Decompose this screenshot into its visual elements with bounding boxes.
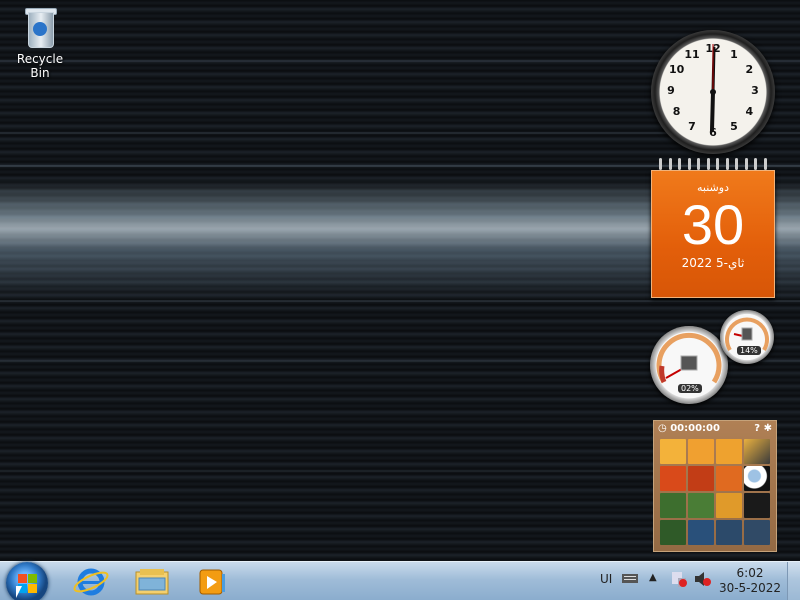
recycle-bin-label: Recycle Bin [16, 52, 64, 80]
taskbar-date: 30-5-2022 [718, 581, 782, 595]
puzzle-tile[interactable] [660, 466, 686, 491]
calendar-day-number: 30 [681, 193, 745, 256]
desktop: { "desktop": { "icons": [ {"label": "Rec… [0, 0, 800, 600]
mouse-cursor [16, 586, 28, 598]
help-icon[interactable]: ? [754, 421, 760, 437]
puzzle-tile[interactable] [716, 439, 742, 464]
internet-explorer-button[interactable] [66, 564, 116, 599]
puzzle-tile[interactable] [716, 520, 742, 545]
puzzle-grid[interactable] [660, 439, 770, 545]
taskbar: UI ▲ 6:02 30-5-2022 [0, 561, 800, 600]
network-status-icon[interactable] [670, 570, 688, 600]
puzzle-tile[interactable] [744, 493, 770, 518]
calendar-rings [651, 158, 775, 170]
memory-percent: 14% [737, 346, 761, 355]
puzzle-tile[interactable] [744, 466, 770, 491]
cpu-percent: 02% [678, 384, 702, 393]
picture-puzzle-gadget[interactable]: ◷ 00:00:00 ? ✱ [653, 420, 777, 552]
show-hidden-icons-icon[interactable]: ▲ [649, 572, 657, 600]
puzzle-tile[interactable] [744, 520, 770, 545]
internet-explorer-icon [73, 568, 109, 596]
puzzle-timer-icon: ◷ [658, 423, 667, 434]
hour-hand [710, 90, 715, 132]
taskbar-time: 6:02 [736, 566, 764, 580]
puzzle-tile[interactable] [660, 520, 686, 545]
shuffle-icon[interactable]: ✱ [764, 421, 772, 437]
clock-hands [710, 44, 716, 132]
show-desktop-button[interactable] [787, 562, 800, 600]
windows-explorer-button[interactable] [126, 564, 176, 599]
calendar-weekday: دوشنبه [697, 181, 729, 194]
clock-gadget[interactable]: 121234567891011 [651, 30, 775, 154]
puzzle-tile[interactable] [688, 466, 714, 491]
cpu-chip-icon [680, 355, 698, 371]
calendar-page: دوشنبه 30 ثاي-5 2022 [651, 170, 775, 298]
recycle-bin-icon [22, 6, 58, 50]
keyboard-icon[interactable] [622, 572, 638, 600]
memory-chip-icon [741, 327, 753, 341]
puzzle-tile[interactable] [688, 520, 714, 545]
puzzle-tile[interactable] [716, 466, 742, 491]
memory-dial: 14% [720, 310, 774, 364]
puzzle-header: ◷ 00:00:00 ? ✱ [654, 421, 776, 437]
puzzle-tile[interactable] [688, 439, 714, 464]
media-player-icon [199, 569, 225, 595]
recycle-bin-shortcut[interactable]: Recycle Bin [6, 6, 74, 80]
calendar-gadget[interactable]: دوشنبه 30 ثاي-5 2022 [651, 158, 775, 298]
calendar-month-year: ثاي-5 2022 [681, 256, 745, 270]
puzzle-tile[interactable] [744, 439, 770, 464]
cpu-meter-gadget[interactable]: 02% 14% [650, 310, 775, 404]
puzzle-tile[interactable] [688, 493, 714, 518]
taskbar-clock[interactable]: 6:02 30-5-2022 [718, 566, 782, 600]
cpu-dial: 02% [650, 326, 728, 404]
media-player-button[interactable] [186, 564, 236, 599]
clock-center [710, 89, 716, 95]
puzzle-tile[interactable] [660, 439, 686, 464]
wallpaper-streak [0, 300, 800, 302]
puzzle-tile[interactable] [660, 493, 686, 518]
folder-library-icon [135, 569, 169, 595]
puzzle-timer: 00:00:00 [670, 423, 720, 434]
puzzle-tile[interactable] [716, 493, 742, 518]
volume-muted-icon[interactable] [694, 571, 712, 600]
language-indicator[interactable]: UI [600, 562, 612, 600]
